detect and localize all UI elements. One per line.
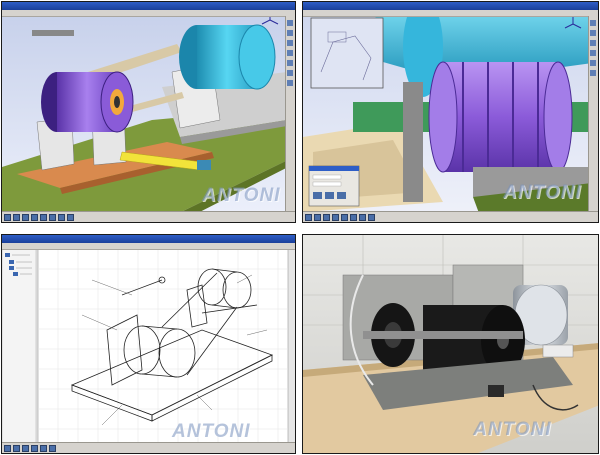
watermark-logo: ANTONI [473, 419, 552, 440]
cad-toolbar-icon[interactable] [13, 445, 20, 452]
cad-toolbar-icon[interactable] [4, 445, 11, 452]
dialog-field[interactable] [312, 174, 342, 180]
cad-toolbar-icon[interactable] [287, 20, 293, 26]
cad-toolbar-icon[interactable] [359, 214, 366, 221]
cad-toolbar-icon[interactable] [4, 214, 11, 221]
status-bar [2, 442, 295, 453]
cad-toolbar-icon[interactable] [40, 214, 47, 221]
cad-toolbar-icon[interactable] [332, 214, 339, 221]
photo-panel: ANTONI [302, 234, 599, 454]
cad-toolbar-icon[interactable] [287, 70, 293, 76]
cad-toolbar-icon[interactable] [49, 445, 56, 452]
cad-toolbar-icon[interactable] [287, 40, 293, 46]
cad-toolbar-icon[interactable] [40, 445, 47, 452]
cad-drawing-panel: ANTONI [1, 234, 296, 454]
cad-toolbar-icon[interactable] [590, 70, 596, 76]
dialog-button[interactable] [325, 192, 334, 199]
menu-bar[interactable] [303, 10, 598, 17]
cad-toolbar-icon[interactable] [31, 445, 38, 452]
cad-toolbar-icon[interactable] [341, 214, 348, 221]
cad-drawing-canvas [2, 235, 295, 453]
bench-photo [303, 235, 598, 453]
inset-viewport[interactable] [310, 17, 384, 89]
window-title-bar [2, 2, 295, 10]
dialog-button[interactable] [337, 192, 346, 199]
cad-toolbar-icon[interactable] [287, 50, 293, 56]
cad-toolbar-icon[interactable] [13, 214, 20, 221]
cad-toolbar[interactable] [285, 16, 295, 212]
cad-toolbar-icon[interactable] [22, 445, 29, 452]
cad-toolbar-icon[interactable] [590, 30, 596, 36]
window-title-bar [2, 235, 295, 243]
cad-toolbar-icon[interactable] [590, 40, 596, 46]
cad-toolbar-icon[interactable] [287, 30, 293, 36]
cad-toolbar-icon[interactable] [22, 214, 29, 221]
cad-toolbar-icon[interactable] [368, 214, 375, 221]
watermark-logo: ANTONI [202, 185, 281, 206]
cad-toolbar-icon[interactable] [305, 214, 312, 221]
parameter-dialog[interactable] [308, 165, 360, 207]
cad-toolbar[interactable] [588, 16, 598, 212]
cad-toolbar-icon[interactable] [287, 80, 293, 86]
cad-toolbar-icon[interactable] [287, 60, 293, 66]
cad-toolbar-icon[interactable] [590, 60, 596, 66]
specification-tree[interactable] [2, 248, 37, 446]
cad-toolbar-icon[interactable] [31, 214, 38, 221]
watermark-logo: ANTONI [172, 421, 251, 442]
cad-assembly-panel: ANTONI [1, 1, 296, 223]
menu-bar[interactable] [2, 243, 295, 250]
status-bar [303, 211, 598, 222]
cad-toolbar-icon[interactable] [49, 214, 56, 221]
watermark-logo: ANTONI [503, 182, 582, 203]
cad-toolbar-icon[interactable] [590, 20, 596, 26]
cad-section-panel: ANTONI [302, 1, 599, 223]
cad-toolbar-icon[interactable] [323, 214, 330, 221]
cad-toolbar-icon[interactable] [67, 214, 74, 221]
cad-toolbar-icon[interactable] [58, 214, 65, 221]
cad-toolbar-icon[interactable] [350, 214, 357, 221]
cad-toolbar-icon[interactable] [590, 50, 596, 56]
dialog-field[interactable] [312, 181, 342, 187]
cad-toolbar-icon[interactable] [314, 214, 321, 221]
menu-bar[interactable] [2, 10, 295, 17]
window-title-bar [303, 2, 598, 10]
status-bar [2, 211, 295, 222]
dialog-button[interactable] [313, 192, 322, 199]
